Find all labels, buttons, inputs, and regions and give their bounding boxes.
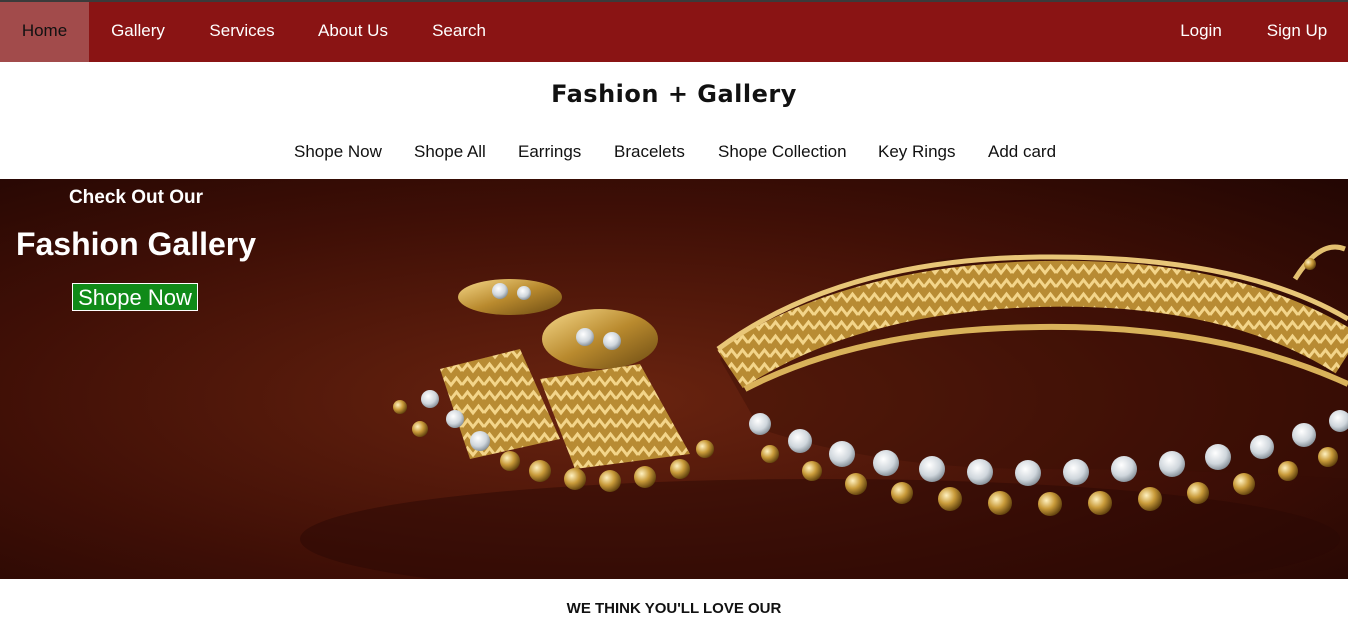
nav-login[interactable]: Login (1166, 2, 1236, 62)
section-heading: WE THINK YOU'LL LOVE OUR (566, 600, 782, 617)
top-nav: Home Gallery Services About Us Search Lo… (0, 0, 1348, 62)
subnav-add-card[interactable]: Add card (988, 142, 1056, 162)
hero-kicker: Check Out Our (68, 187, 204, 208)
subnav-bracelets[interactable]: Bracelets (614, 142, 685, 162)
site-title: Fashion + Gallery (551, 80, 797, 108)
nav-home[interactable]: Home (0, 2, 89, 62)
hero-title: Fashion Gallery (15, 226, 257, 262)
nav-gallery[interactable]: Gallery (94, 2, 182, 62)
subnav-shope-now[interactable]: Shope Now (294, 142, 382, 162)
nav-about-us[interactable]: About Us (304, 2, 402, 62)
subnav-key-rings[interactable]: Key Rings (878, 142, 955, 162)
nav-sign-up[interactable]: Sign Up (1252, 2, 1342, 62)
hero-shop-now-button[interactable]: Shope Now (72, 283, 198, 311)
subnav-shope-all[interactable]: Shope All (414, 142, 486, 162)
nav-search[interactable]: Search (418, 2, 500, 62)
subnav-shope-collection[interactable]: Shope Collection (718, 142, 847, 162)
subnav-earrings[interactable]: Earrings (518, 142, 581, 162)
category-nav: Shope Now Shope All Earrings Bracelets S… (0, 142, 1348, 166)
nav-services[interactable]: Services (196, 2, 288, 62)
